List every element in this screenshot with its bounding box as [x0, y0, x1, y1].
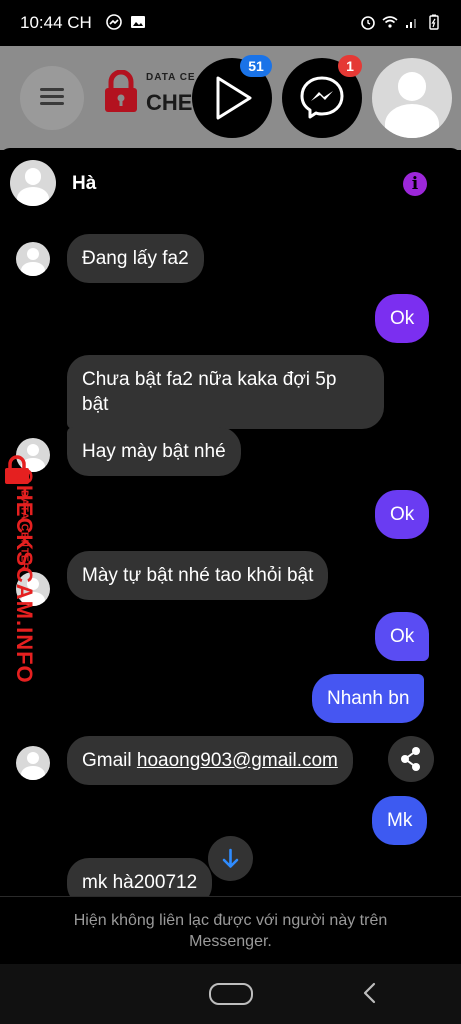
messenger-icon: [106, 14, 122, 30]
battery-icon: [429, 14, 439, 30]
menu-icon-line: [40, 95, 64, 98]
message-bubble[interactable]: Mày tự bật nhé tao khỏi bật: [67, 551, 329, 600]
message-avatar: [16, 242, 50, 276]
message-bubble[interactable]: Đang lấy fa2: [67, 234, 204, 283]
chat-head-user[interactable]: [372, 58, 452, 138]
home-pill[interactable]: [209, 983, 253, 1005]
messenger-badge: 1: [338, 55, 362, 77]
avatar-head: [397, 72, 427, 102]
avatar-body: [21, 261, 45, 276]
share-icon: [401, 747, 420, 771]
message-bubble[interactable]: Ok: [375, 612, 430, 661]
message-line: Chưa bật fa2 nữa kaka đợi 5p: [82, 369, 337, 390]
avatar-head: [26, 752, 40, 765]
message-bubble[interactable]: Chưa bật fa2 nữa kaka đợi 5p bật: [67, 355, 384, 429]
message-bubble[interactable]: Gmail hoaong903@gmail.com: [67, 736, 353, 785]
signal-icon: [406, 19, 416, 28]
menu-button[interactable]: [20, 66, 84, 130]
share-button[interactable]: [388, 736, 434, 782]
message-bubble[interactable]: Nhanh bn: [312, 674, 425, 723]
unavailable-text: Hiện không liên lạc được với người này t…: [73, 912, 388, 950]
avatar-body: [17, 186, 49, 206]
unavailable-notice: Hiện không liên lạc được với người này t…: [0, 896, 461, 964]
avatar-body: [21, 765, 45, 780]
menu-icon-line: [40, 102, 64, 105]
scroll-down-button[interactable]: [208, 836, 253, 881]
contact-avatar[interactable]: [10, 160, 56, 206]
message-avatar: [16, 746, 50, 780]
message-bubble[interactable]: Mk: [372, 796, 428, 845]
logo-tagline: DATA CE: [146, 72, 196, 83]
email-link[interactable]: hoaong903@gmail.com: [137, 750, 338, 771]
navigation-bar: [0, 964, 461, 1024]
message-text: Gmail: [82, 750, 137, 771]
menu-icon: [40, 88, 64, 91]
alarm-icon: [361, 16, 375, 30]
watermark: DATA CENTER CHECKSCAM.INFO: [4, 455, 44, 684]
chat-panel: Hà i Đang lấy fa2 Ok Chưa bật fa2 nữa ka…: [0, 148, 461, 964]
message-bubble[interactable]: Ok: [375, 294, 430, 343]
avatar-head: [24, 168, 42, 185]
back-icon[interactable]: [360, 980, 380, 1006]
status-bar: 10:44 CH: [0, 0, 461, 46]
message-bubble[interactable]: Ok: [375, 490, 430, 539]
contact-name[interactable]: Hà: [72, 173, 96, 195]
info-icon[interactable]: i: [403, 172, 427, 196]
arrow-down-icon: [222, 848, 239, 868]
lock-logo-icon: [105, 70, 137, 112]
wifi-icon: [382, 16, 398, 28]
video-badge: 51: [240, 55, 272, 77]
message-bubble[interactable]: Hay mày bật nhé: [67, 427, 241, 476]
avatar-head: [26, 248, 40, 261]
avatar-body: [384, 104, 440, 138]
message-line: bật: [82, 394, 109, 415]
status-time: 10:44 CH: [20, 13, 92, 32]
watermark-text: CHECKSCAM.INFO: [12, 468, 37, 684]
gallery-icon: [131, 16, 145, 28]
